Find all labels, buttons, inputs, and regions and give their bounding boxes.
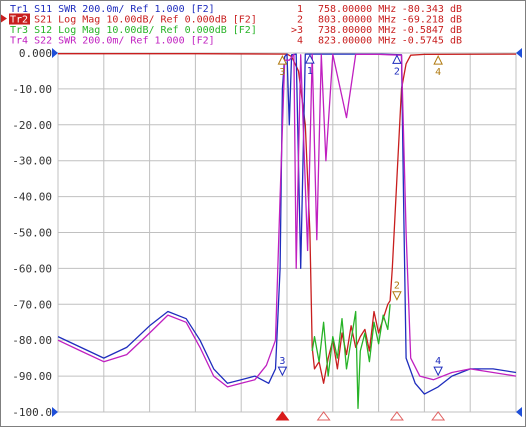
trace-legend-settings: S12 Log Mag 10.00dB/ Ref 0.000dB [F2] <box>28 25 257 36</box>
trace-legend-id: Tr3 <box>10 25 28 36</box>
trace-marker-label: 4 <box>435 67 441 78</box>
stimulus-marker-arrow-icon[interactable] <box>431 411 446 421</box>
y-tick-label: -20.00 <box>12 119 52 132</box>
reference-level-arrow-icon[interactable] <box>516 407 522 417</box>
marker-table-frequency: 758.00000 MHz <box>318 4 396 15</box>
stimulus-marker-arrow-icon[interactable] <box>389 411 404 421</box>
marker-table: 1 758.00000 MHz -80.343 dB 2 803.00000 MHz -6… <box>291 4 462 47</box>
trace-legend-id: Tr2 <box>10 15 28 26</box>
y-tick-label: -30.00 <box>12 155 52 168</box>
active-trace-pointer-icon <box>1 14 7 23</box>
reference-level-arrow-icon[interactable] <box>52 407 58 417</box>
y-tick-label: -10.00 <box>12 83 52 96</box>
trace-legend[interactable]: Tr1 S11 SWR 200.0m/ Ref 1.000 [F2]Tr2 S2… <box>1 4 257 47</box>
trace-legend-settings: S22 SWR 200.0m/ Ref 1.000 [F2] <box>28 36 215 47</box>
trace-marker-label: 2 <box>394 281 400 292</box>
marker-table-id: 4 <box>297 36 303 47</box>
y-tick-label: -90.00 <box>12 370 52 383</box>
marker-table-value: -0.5745 dB <box>402 36 462 47</box>
marker-table-frequency: 803.00000 MHz <box>318 15 396 26</box>
trace-legend-settings: S21 Log Mag 10.00dB/ Ref 0.000dB [F2] <box>28 15 257 26</box>
marker-table-frequency: 738.00000 MHz <box>318 25 396 36</box>
trace-marker-label: 3 <box>279 356 285 367</box>
y-tick-label: -100.0 <box>12 406 52 419</box>
y-tick-label: -80.00 <box>12 334 52 347</box>
trace-legend-item[interactable]: Tr4 S22 SWR 200.0m/ Ref 1.000 [F2] <box>10 36 215 47</box>
stimulus-markers[interactable] <box>275 411 446 421</box>
trace-legend-item[interactable]: Tr3 S12 Log Mag 10.00dB/ Ref 0.000dB [F2… <box>10 25 257 36</box>
trace-legend-settings: S11 SWR 200.0m/ Ref 1.000 [F2] <box>28 4 215 15</box>
marker-table-id: 2 <box>297 15 303 26</box>
trace-marker-label: 2 <box>394 66 400 77</box>
y-tick-label: -70.00 <box>12 298 52 311</box>
trace-marker-label: 1 <box>307 66 313 77</box>
y-tick-label: 0.000 <box>19 47 52 60</box>
vna-chart[interactable]: 0.000 -10.00 -20.00 -30.00 -40.00 -50.00 -60.0… <box>0 0 526 427</box>
marker-table-id: >3 <box>291 25 303 36</box>
y-tick-label: -50.00 <box>12 227 52 240</box>
grid <box>57 52 517 413</box>
reference-level-arrow-icon[interactable] <box>52 48 58 58</box>
trace-legend-item[interactable]: Tr2 S21 Log Mag 10.00dB/ Ref 0.000dB [F2… <box>10 15 257 26</box>
trace-legend-id: Tr4 <box>10 36 28 47</box>
marker-table-value: -0.5847 dB <box>402 25 462 36</box>
trace-marker-label: 4 <box>435 356 441 367</box>
marker-table-value: -80.343 dB <box>402 4 462 15</box>
vna-screen: 0.000 -10.00 -20.00 -30.00 -40.00 -50.00 -60.0… <box>0 0 526 427</box>
y-tick-label: -40.00 <box>12 191 52 204</box>
marker-table-id: 1 <box>297 4 303 15</box>
marker-table-frequency: 823.00000 MHz <box>318 36 396 47</box>
trace-marker-label: 3 <box>279 67 285 78</box>
marker-table-value: -69.218 dB <box>402 15 462 26</box>
trace-legend-item[interactable]: Tr1 S11 SWR 200.0m/ Ref 1.000 [F2] <box>10 4 215 15</box>
y-tick-label: -60.00 <box>12 262 52 275</box>
y-axis-labels: 0.000 -10.00 -20.00 -30.00 -40.00 -50.00 -60.0… <box>12 47 52 419</box>
reference-level-arrow-icon[interactable] <box>516 48 522 58</box>
trace-legend-id: Tr1 <box>10 4 28 15</box>
stimulus-marker-arrow-icon[interactable] <box>275 411 290 421</box>
stimulus-marker-arrow-icon[interactable] <box>316 411 331 421</box>
